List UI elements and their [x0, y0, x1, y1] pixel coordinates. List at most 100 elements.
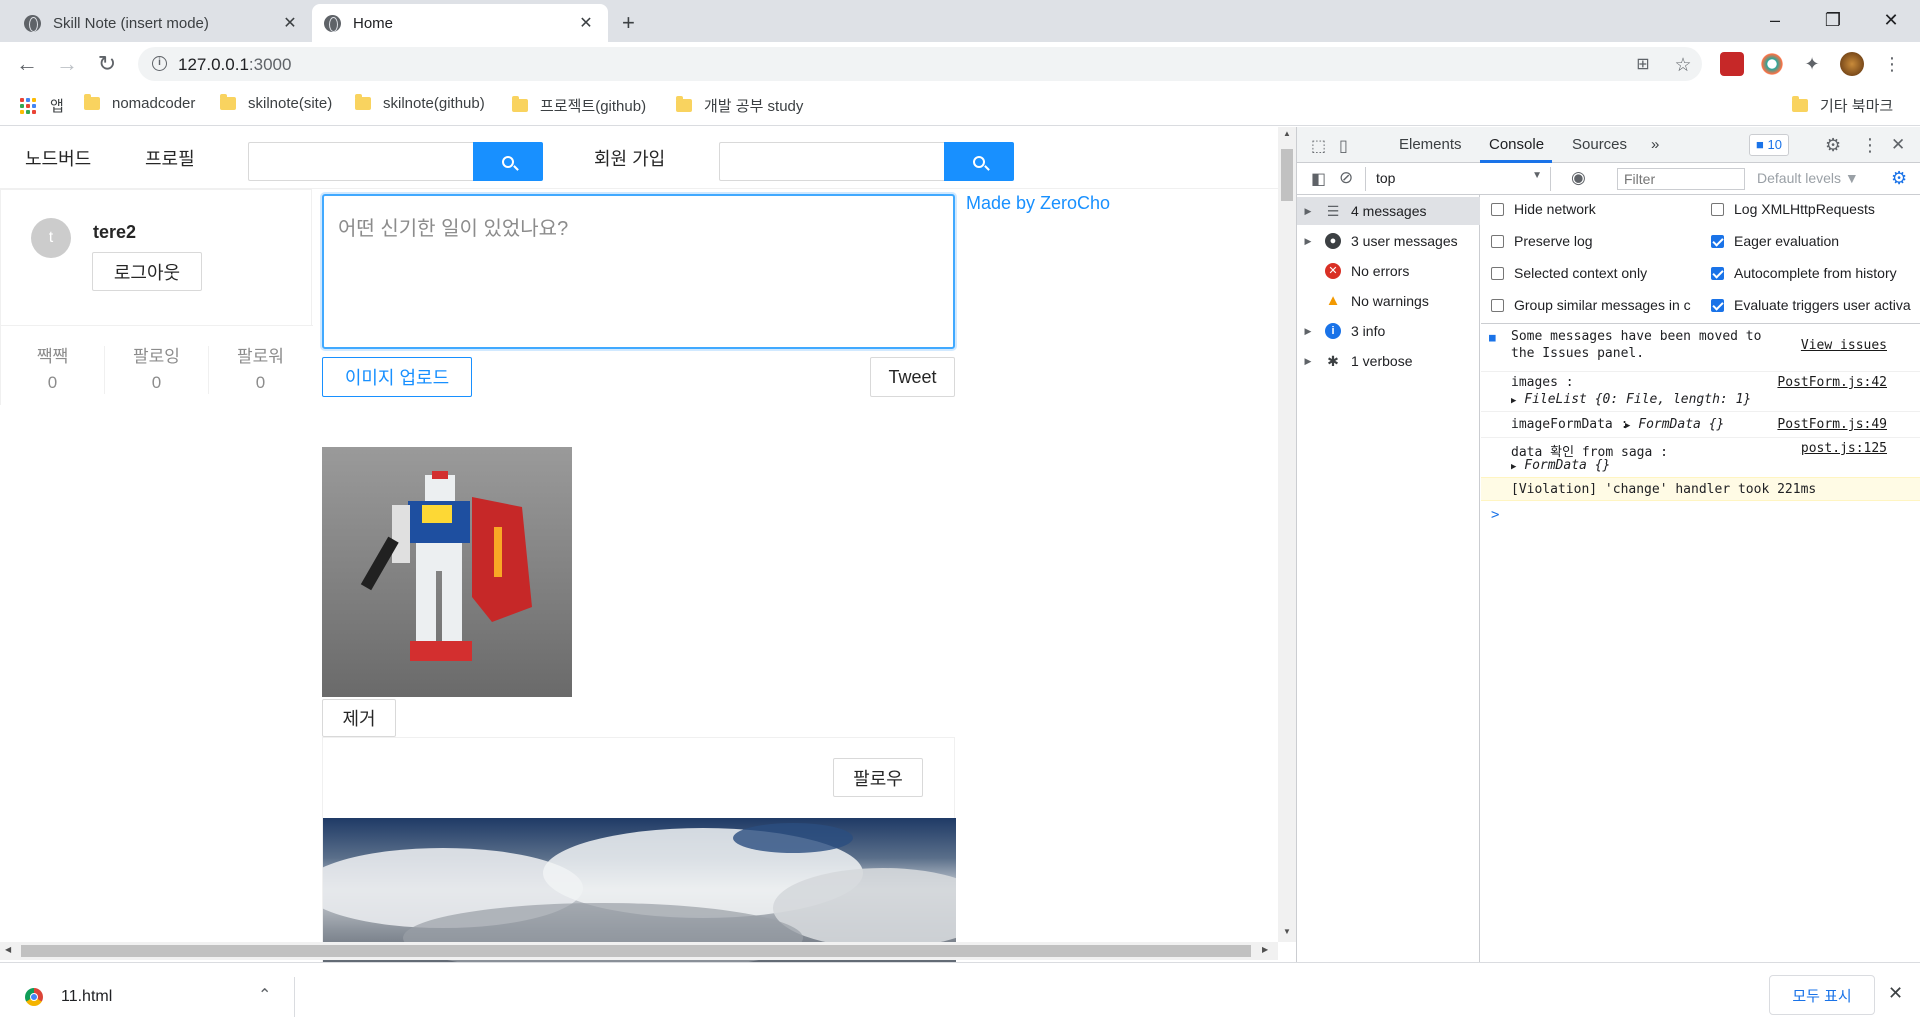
device-toolbar-icon[interactable]: ▯ — [1339, 136, 1348, 156]
remove-image-button[interactable]: 제거 — [322, 699, 396, 737]
source-link[interactable]: PostForm.js:49 — [1777, 417, 1887, 432]
bookmark-item[interactable]: 프로젝트(github) — [512, 95, 646, 116]
restore-button[interactable]: ❐ — [1810, 6, 1856, 34]
search-button[interactable] — [944, 142, 1014, 181]
issues-badge[interactable]: ■ 10 — [1749, 134, 1789, 156]
checkbox[interactable] — [1491, 234, 1504, 248]
checkbox[interactable] — [1491, 298, 1504, 312]
bookmark-apps[interactable]: 앱 — [20, 95, 64, 116]
console-filter-input[interactable] — [1617, 168, 1745, 190]
search-input[interactable] — [719, 142, 944, 181]
close-icon[interactable]: ✕ — [576, 13, 596, 33]
setting-selected-context[interactable]: Selected context only — [1491, 265, 1647, 281]
setting-preserve-log[interactable]: Preserve log — [1491, 233, 1593, 249]
site-info-icon[interactable]: i — [152, 56, 167, 71]
sidebar-info[interactable]: ▶ i 3 info — [1297, 317, 1480, 345]
page-vertical-scrollbar[interactable]: ▲ ▼ — [1278, 127, 1296, 942]
minimize-button[interactable]: – — [1752, 6, 1798, 34]
sidebar-toggle-icon[interactable]: ◧ — [1311, 169, 1326, 189]
bookmark-item[interactable]: skilnote(github) — [355, 94, 485, 112]
settings-gear-icon[interactable]: ⚙ — [1825, 135, 1841, 156]
image-upload-button[interactable]: 이미지 업로드 — [322, 357, 472, 397]
context-selector[interactable]: top ▼ — [1365, 167, 1551, 191]
tab-skill-note[interactable]: Skill Note (insert mode) ✕ — [12, 4, 312, 42]
log-levels-dropdown[interactable]: Default levels ▼ — [1757, 170, 1859, 186]
checkbox[interactable] — [1491, 202, 1504, 216]
setting-autocomplete[interactable]: Autocomplete from history — [1711, 265, 1897, 281]
sidebar-errors[interactable]: ✕ No errors — [1297, 257, 1480, 285]
sidebar-verbose[interactable]: ▶ ✱ 1 verbose — [1297, 347, 1480, 375]
setting-eager-eval[interactable]: Eager evaluation — [1711, 233, 1839, 249]
back-button[interactable]: ← — [13, 50, 41, 78]
window-close-button[interactable]: ✕ — [1868, 6, 1914, 34]
scroll-up-icon[interactable]: ▲ — [1283, 129, 1291, 138]
show-all-downloads-button[interactable]: 모두 표시 — [1769, 975, 1875, 1015]
logout-button[interactable]: 로그아웃 — [92, 252, 202, 291]
expand-arrow-icon[interactable]: ▶ — [1511, 462, 1516, 472]
scrollbar-thumb[interactable] — [1281, 149, 1293, 201]
reload-button[interactable]: ↻ — [93, 50, 121, 78]
tab-console[interactable]: Console — [1489, 136, 1544, 153]
setting-evaluate-triggers[interactable]: Evaluate triggers user activa — [1711, 297, 1920, 313]
more-tabs-button[interactable]: » — [1651, 136, 1659, 153]
search-input[interactable] — [248, 142, 473, 181]
setting-group-similar[interactable]: Group similar messages in c — [1491, 297, 1701, 313]
tab-elements[interactable]: Elements — [1399, 136, 1462, 153]
new-tab-button[interactable]: + — [622, 10, 635, 36]
url-text[interactable]: 127.0.0.1:3000 — [178, 55, 291, 75]
bookmark-item[interactable]: nomadcoder — [84, 94, 195, 112]
address-bar[interactable]: i 127.0.0.1:3000 ⊞ ☆ — [138, 47, 1702, 81]
bookmark-item[interactable]: skilnote(site) — [220, 94, 332, 112]
checkbox-checked[interactable] — [1711, 266, 1724, 280]
page-horizontal-scrollbar[interactable]: ◀ ▶ — [0, 942, 1278, 960]
scrollbar-thumb[interactable] — [21, 945, 1251, 957]
checkbox[interactable] — [1491, 266, 1504, 280]
checkbox[interactable] — [1711, 202, 1724, 216]
tab-sources[interactable]: Sources — [1572, 136, 1627, 153]
tweet-button[interactable]: Tweet — [870, 357, 955, 397]
chevron-up-icon[interactable]: ⌃ — [258, 985, 271, 1005]
expand-arrow-icon[interactable]: ▶ — [1625, 421, 1630, 431]
search-button[interactable] — [473, 142, 543, 181]
download-item[interactable]: 11.html — [25, 988, 112, 1006]
close-download-bar-icon[interactable]: ✕ — [1888, 983, 1903, 1004]
extension-target-icon[interactable] — [1760, 52, 1784, 76]
close-icon[interactable]: ✕ — [280, 13, 300, 33]
extensions-puzzle-icon[interactable]: ✦ — [1800, 52, 1824, 76]
made-by-link[interactable]: Made by ZeroCho — [966, 193, 1110, 214]
expand-arrow-icon[interactable]: ▶ — [1511, 396, 1516, 406]
sidebar-user-messages[interactable]: ▶ ● 3 user messages — [1297, 227, 1480, 255]
devtools-menu-icon[interactable]: ⋮ — [1861, 135, 1879, 156]
tab-home[interactable]: Home ✕ — [312, 4, 608, 42]
console-settings-icon[interactable]: ⚙ — [1891, 168, 1907, 189]
star-icon[interactable]: ☆ — [1672, 54, 1694, 76]
profile-avatar[interactable] — [1840, 52, 1864, 76]
browser-menu-icon[interactable]: ⋮ — [1880, 52, 1904, 76]
forward-button[interactable]: → — [53, 50, 81, 78]
inspect-icon[interactable]: ⬚ — [1311, 136, 1326, 156]
bookmark-other[interactable]: 기타 북마크 — [1792, 95, 1893, 116]
translate-icon[interactable]: ⊞ — [1632, 54, 1654, 76]
menu-profile[interactable]: 프로필 — [145, 145, 195, 171]
view-issues-link[interactable]: View issues — [1801, 338, 1887, 353]
clear-console-icon[interactable]: ⊘ — [1339, 168, 1353, 188]
scroll-down-icon[interactable]: ▼ — [1283, 927, 1291, 936]
eye-icon[interactable]: ◉ — [1571, 168, 1586, 188]
setting-log-xhr[interactable]: Log XMLHttpRequests — [1711, 201, 1875, 217]
console-prompt[interactable]: > — [1491, 507, 1499, 523]
scroll-right-icon[interactable]: ▶ — [1262, 945, 1268, 954]
devtools-close-icon[interactable]: ✕ — [1891, 135, 1905, 155]
setting-hide-network[interactable]: Hide network — [1491, 201, 1596, 217]
sidebar-messages[interactable]: ▶ ☰ 4 messages — [1297, 197, 1480, 225]
bookmark-item[interactable]: 개발 공부 study — [676, 95, 803, 116]
sidebar-warnings[interactable]: ▲ No warnings — [1297, 287, 1480, 315]
source-link[interactable]: post.js:125 — [1801, 441, 1887, 456]
extension-red-icon[interactable] — [1720, 52, 1744, 76]
menu-signup[interactable]: 회원 가입 — [594, 145, 665, 171]
menu-home[interactable]: 노드버드 — [25, 145, 91, 171]
post-textarea[interactable]: 어떤 신기한 일이 있었나요? — [322, 194, 955, 349]
checkbox-checked[interactable] — [1711, 234, 1724, 248]
source-link[interactable]: PostForm.js:42 — [1777, 375, 1887, 390]
follow-button[interactable]: 팔로우 — [833, 758, 923, 797]
scroll-left-icon[interactable]: ◀ — [5, 945, 11, 954]
